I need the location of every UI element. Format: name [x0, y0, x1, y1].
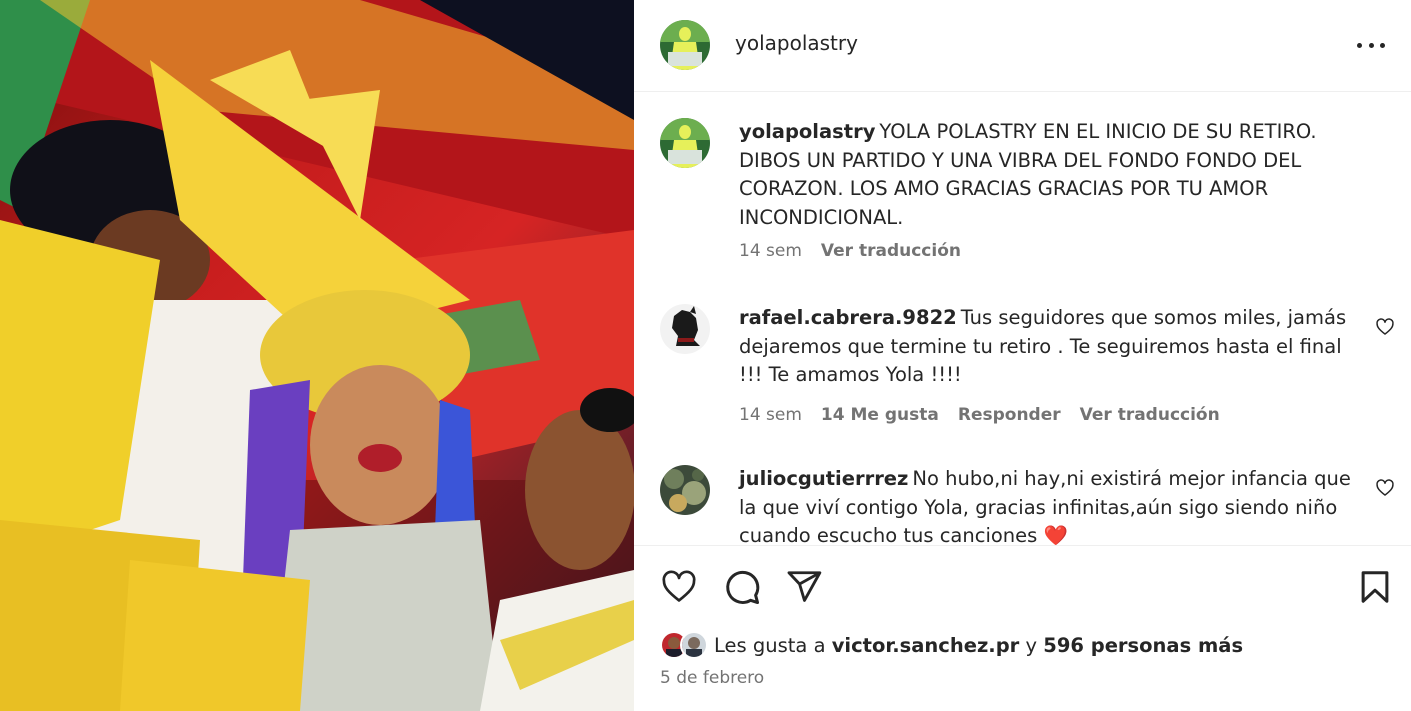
caption-meta: 14 sem Ver traducción [739, 241, 961, 261]
comment-time[interactable]: 14 sem [739, 405, 802, 425]
bookmark-icon[interactable] [1356, 568, 1394, 606]
commenter-avatar[interactable] [660, 465, 710, 515]
liker-avatar[interactable] [680, 631, 708, 659]
comment-username[interactable]: rafael.cabrera.9822 [739, 306, 957, 329]
likes-prefix: Les gusta a [714, 633, 826, 657]
comment-meta: 14 sem 14 Me gusta Responder Ver traducc… [739, 405, 1220, 425]
caption-body: yolapolastry YOLA POLASTRY EN EL INICIO D… [739, 118, 1354, 232]
caption-time[interactable]: 14 sem [739, 241, 802, 261]
post-header: yolapolastry [634, 0, 1411, 92]
likes-others-link[interactable]: 596 personas más [1043, 634, 1243, 657]
post-detail-panel: yolapolastry yolapolastry YOLA POLASTRY E… [634, 0, 1411, 711]
caption-username[interactable]: yolapolastry [739, 120, 875, 143]
comment-username[interactable]: juliocgutierrrez [739, 467, 908, 490]
post-date[interactable]: 5 de febrero [660, 668, 764, 688]
comment-body: rafael.cabrera.9822 Tus seguidores que so… [739, 304, 1354, 390]
more-horizontal-icon[interactable] [1357, 33, 1385, 57]
send-icon[interactable] [785, 568, 823, 606]
comment-body: juliocgutierrrez No hubo,ni hay,ni existi… [739, 465, 1354, 545]
heart-icon[interactable] [660, 568, 698, 606]
post-photo [0, 0, 634, 711]
comment-reply-button[interactable]: Responder [958, 405, 1061, 425]
likes-user-link[interactable]: victor.sanchez.pr [832, 634, 1020, 657]
comment-heart-icon[interactable] [1375, 317, 1395, 337]
caption-author-avatar[interactable] [660, 118, 710, 168]
caption-translate-link[interactable]: Ver traducción [821, 241, 961, 261]
likes-summary: Les gusta a victor.sanchez.pr y 596 pers… [660, 631, 1243, 659]
comments-list[interactable]: yolapolastry YOLA POLASTRY EN EL INICIO D… [634, 93, 1411, 545]
comment-translate-link[interactable]: Ver traducción [1080, 405, 1220, 425]
author-avatar[interactable] [660, 20, 710, 70]
comment-heart-icon[interactable] [1375, 478, 1395, 498]
commenter-avatar[interactable] [660, 304, 710, 354]
post-actions: Les gusta a victor.sanchez.pr y 596 pers… [634, 545, 1411, 711]
post-image-illustration [0, 0, 634, 711]
comment-icon[interactable] [723, 568, 761, 606]
likes-joiner: y [1025, 633, 1038, 657]
author-username[interactable]: yolapolastry [735, 31, 858, 55]
likes-text: Les gusta a victor.sanchez.pr y 596 pers… [714, 634, 1243, 657]
comment-likes[interactable]: 14 Me gusta [821, 405, 939, 425]
